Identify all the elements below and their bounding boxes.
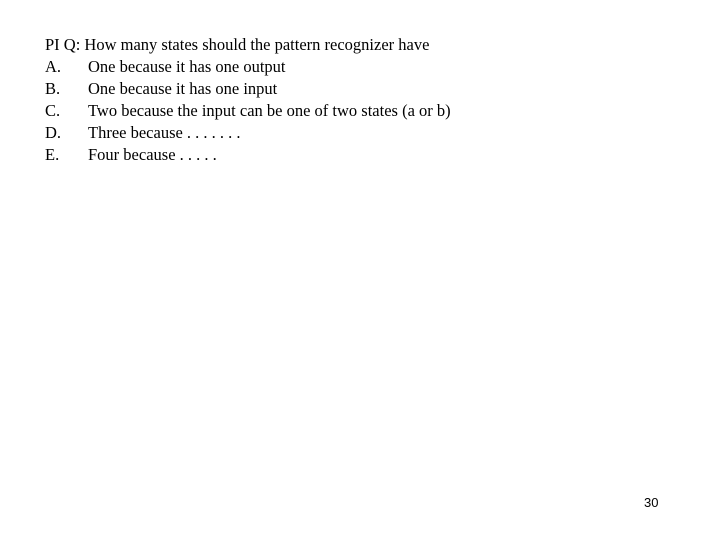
slide-canvas: PI Q: How many states should the pattern…	[0, 0, 720, 540]
choice-text-d: Three because . . . . . . .	[88, 123, 241, 142]
choice-text-b: One because it has one input	[88, 79, 278, 98]
choice-row-d[interactable]: D. Three because . . . . . . .	[45, 122, 685, 144]
choice-row-e[interactable]: E. Four because . . . . .	[45, 144, 685, 166]
choice-row-a[interactable]: A. One because it has one output	[45, 56, 685, 78]
choice-label-a: A.	[45, 57, 62, 76]
choice-label-b: B.	[45, 79, 61, 98]
choice-row-c[interactable]: C. Two because the input can be one of t…	[45, 100, 685, 122]
choice-text-c: Two because the input can be one of two …	[88, 101, 451, 120]
question-stem: PI Q: How many states should the pattern…	[45, 35, 430, 54]
choice-text-a: One because it has one output	[88, 57, 286, 76]
choice-label-e: E.	[45, 145, 60, 164]
choice-text-e: Four because . . . . .	[88, 145, 217, 164]
choice-row-b[interactable]: B. One because it has one input	[45, 78, 685, 100]
choice-label-d: D.	[45, 123, 62, 142]
question-block: PI Q: How many states should the pattern…	[45, 34, 685, 166]
choice-label-c: C.	[45, 101, 61, 120]
page-number: 30	[644, 495, 659, 510]
